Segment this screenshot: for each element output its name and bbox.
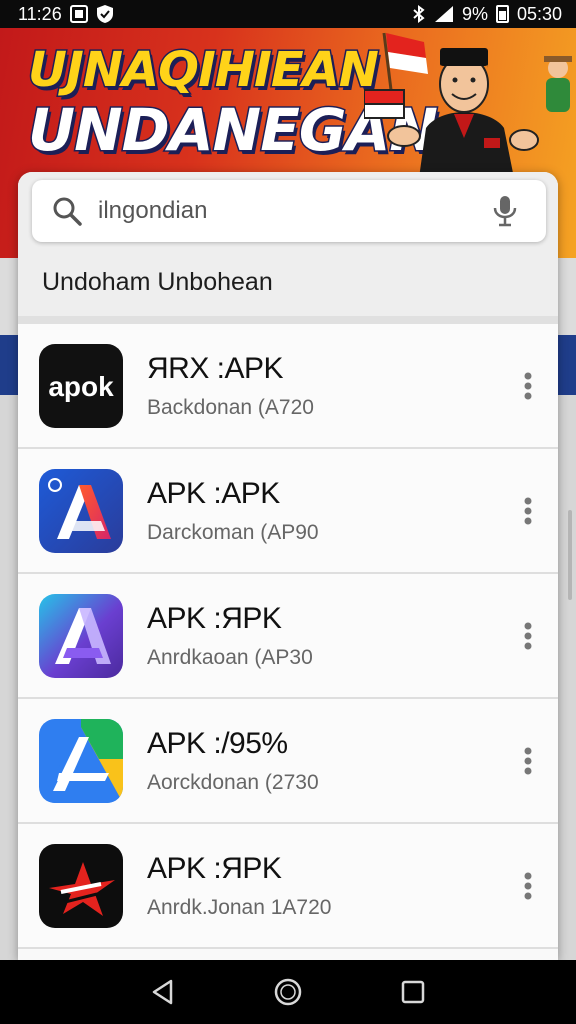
panel-header: Undoham Unbohean: [18, 172, 558, 324]
divider: [18, 316, 558, 324]
red-star-logo-icon: [39, 843, 123, 928]
bluetooth-icon: [413, 5, 425, 23]
back-button[interactable]: [145, 974, 181, 1010]
triangle-a-logo-icon: [39, 718, 123, 803]
banner-side-character: [544, 56, 572, 112]
app-subtitle: Anrdk.Jonan 1A720: [147, 895, 332, 919]
app-text: APK :/95% Aorckdonan (2730: [147, 727, 319, 795]
notification-icon: [69, 5, 88, 23]
apok-logo-icon: apok: [39, 343, 123, 428]
recents-button[interactable]: [395, 974, 431, 1010]
status-bar-left: 11:26: [18, 4, 114, 25]
app-name: APK :ЯPK: [147, 851, 282, 885]
app-subtitle: Darckoman (AP90: [147, 520, 319, 544]
navigation-bar: [0, 960, 576, 1024]
more-options-icon[interactable]: [522, 496, 534, 526]
search-icon[interactable]: [50, 194, 84, 228]
app-subtitle: Anrdkaoan (AP30: [147, 645, 313, 669]
app-subtitle: Aorckdonan (2730: [147, 770, 319, 794]
app-name: APK :/95%: [147, 726, 288, 760]
home-button[interactable]: [270, 974, 306, 1010]
banner-title-line1: UJNAQIHIEAN: [27, 41, 381, 100]
more-options-icon[interactable]: [522, 621, 534, 651]
app-name: APK :APK: [147, 476, 280, 510]
app-text: APK :APK Darckoman (AP90: [147, 477, 319, 545]
microphone-icon[interactable]: [490, 194, 520, 228]
app-text: APK :ЯPK Anrdk.Jonan 1A720: [147, 852, 331, 920]
shield-icon: [96, 5, 113, 23]
search-results-panel: Undoham Unbohean apok ЯRX :APK Backdonan…: [18, 172, 558, 960]
more-options-icon[interactable]: [522, 871, 534, 901]
app-list: apok ЯRX :APK Backdonan (A720 APK:APK D…: [18, 324, 558, 949]
recents-square-icon: [402, 980, 425, 1004]
battery-icon: [495, 5, 509, 23]
back-triangle-icon: [152, 979, 172, 1005]
more-options-icon[interactable]: [522, 371, 534, 401]
search-bar[interactable]: [32, 180, 546, 242]
status-bar-right: 9% 05:30: [412, 4, 562, 25]
purple-a-logo-icon: [39, 593, 123, 678]
app-text: APK :ЯPK Anrdkaoan (AP30: [147, 602, 313, 670]
blue-red-a-logo-icon: [39, 468, 123, 553]
scrollbar-thumb[interactable]: [568, 510, 572, 600]
app-name: APK :ЯPK: [147, 601, 282, 635]
list-item[interactable]: APK :APK Darckoman (AP90: [18, 449, 558, 574]
more-options-icon[interactable]: [522, 746, 534, 776]
list-item[interactable]: APK :ЯPK Anrdk.Jonan 1A720: [18, 824, 558, 949]
home-circle-icon: [274, 978, 302, 1006]
results-heading: Undoham Unbohean: [42, 268, 273, 296]
banner-character-illustration: [364, 32, 539, 178]
list-item[interactable]: APK :/95% Aorckdonan (2730: [18, 699, 558, 824]
status-time-left: 11:26: [18, 3, 62, 24]
list-item[interactable]: apok ЯRX :APK Backdonan (A720: [18, 324, 558, 449]
status-bar: 11:26 9% 05:30: [0, 0, 576, 28]
app-name: ЯRX :APK: [147, 351, 284, 385]
list-item[interactable]: APK :ЯPK Anrdkaoan (AP30: [18, 574, 558, 699]
signal-icon: [434, 6, 453, 22]
search-input[interactable]: [98, 197, 478, 225]
app-text: ЯRX :APK Backdonan (A720: [147, 352, 314, 420]
battery-percent: 9%: [461, 3, 488, 24]
app-subtitle: Backdonan (A720: [147, 395, 314, 419]
app-icon-text: apok: [48, 371, 114, 402]
status-time-right: 05:30: [516, 3, 562, 24]
